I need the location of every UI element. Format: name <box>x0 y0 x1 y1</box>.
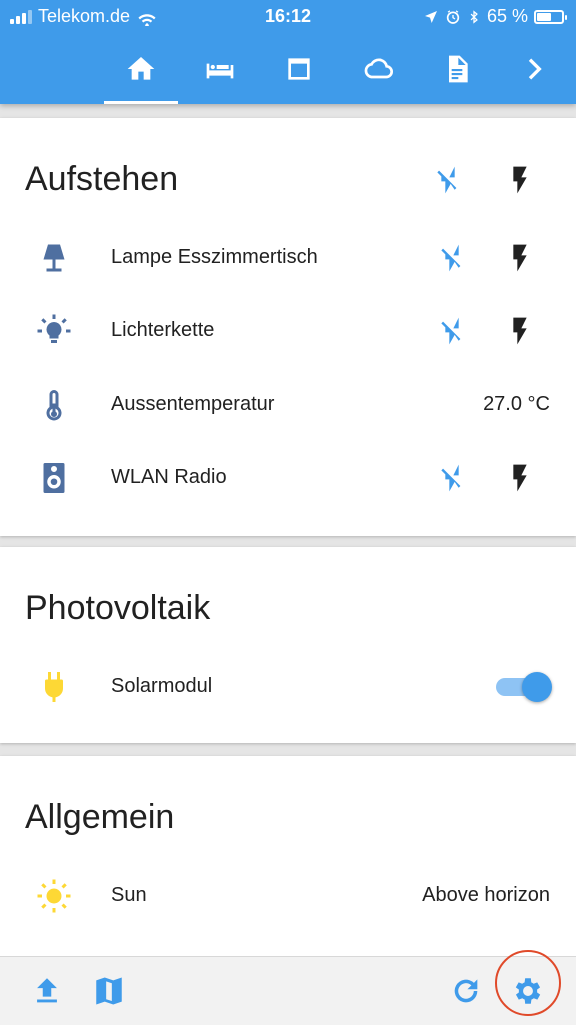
battery-icon <box>534 9 567 24</box>
entity-label: Sun <box>111 884 147 906</box>
settings-button[interactable] <box>504 967 552 1015</box>
card-photovoltaik: Photovoltaik Solarmodul <box>0 547 576 743</box>
turn-on-button[interactable] <box>498 309 542 353</box>
app-header: Telekom.de 16:12 65 % <box>0 0 576 104</box>
entity-label: Lichterkette <box>111 319 215 341</box>
home-icon <box>127 57 155 80</box>
power-plug-icon <box>36 669 72 705</box>
document-icon <box>449 55 468 83</box>
flash-icon <box>513 166 527 194</box>
cloud-icon <box>364 58 393 79</box>
entity-row-lichterkette[interactable]: Lichterkette <box>0 301 576 361</box>
turn-off-button[interactable] <box>430 236 474 280</box>
view-tabs <box>0 34 576 104</box>
tab-more[interactable] <box>499 34 569 104</box>
upload-button[interactable] <box>23 967 71 1015</box>
entity-row-lampe-esszimmertisch[interactable]: Lampe Esszimmertisch <box>0 228 576 288</box>
status-right: 65 % <box>423 6 567 27</box>
turn-on-button[interactable] <box>498 236 542 280</box>
flash-off-icon <box>441 464 461 492</box>
flash-icon <box>513 464 527 492</box>
entity-row-wlan-radio[interactable]: WLAN Radio <box>0 448 576 508</box>
window-icon <box>288 58 310 80</box>
tab-weather[interactable] <box>341 34 415 104</box>
entity-label: Lampe Esszimmertisch <box>111 246 318 268</box>
card-aufstehen: Aufstehen Lampe Esszimmertisch Lichterke… <box>0 118 576 536</box>
flash-off-icon <box>441 317 461 345</box>
thermometer-icon <box>36 387 72 423</box>
entity-state-value: 27.0 °C <box>483 393 550 415</box>
bottom-toolbar <box>0 956 576 1025</box>
flash-icon <box>513 244 527 272</box>
status-bar: Telekom.de 16:12 65 % <box>0 0 576 34</box>
toggle-knob <box>522 672 552 702</box>
card-allgemein: Allgemein Sun Above horizon <box>0 756 576 966</box>
lightbulb-icon <box>36 313 72 349</box>
group-turn-off-button[interactable] <box>426 158 470 202</box>
settings-icon <box>515 978 541 1004</box>
turn-off-button[interactable] <box>430 456 474 500</box>
entity-row-aussentemperatur[interactable]: Aussentemperatur 27.0 °C <box>0 375 576 435</box>
upload-icon <box>37 978 57 1003</box>
entity-row-sun[interactable]: Sun Above horizon <box>0 866 576 926</box>
tab-bedroom[interactable] <box>183 34 257 104</box>
entity-label: WLAN Radio <box>111 466 227 488</box>
card-title: Photovoltaik <box>25 589 211 627</box>
battery-percent: 65 % <box>486 6 528 26</box>
group-turn-on-button[interactable] <box>498 158 542 202</box>
tab-window[interactable] <box>262 34 336 104</box>
card-title: Allgemein <box>25 798 175 836</box>
turn-off-button[interactable] <box>430 309 474 353</box>
tab-home[interactable] <box>104 34 178 104</box>
entity-label: Aussentemperatur <box>111 393 275 415</box>
tab-documents[interactable] <box>420 34 494 104</box>
location-arrow-icon <box>424 10 437 23</box>
map-icon <box>96 977 122 1005</box>
flash-off-icon <box>437 166 457 194</box>
lamp-icon <box>36 240 72 276</box>
bluetooth-icon <box>470 9 478 24</box>
chevron-right-icon <box>528 58 542 80</box>
bed-icon <box>206 63 234 79</box>
refresh-button[interactable] <box>442 967 490 1015</box>
card-title: Aufstehen <box>25 160 179 198</box>
map-button[interactable] <box>85 967 133 1015</box>
flash-icon <box>513 317 527 345</box>
entity-row-solarmodul[interactable]: Solarmodul <box>0 657 576 717</box>
turn-on-button[interactable] <box>498 456 542 500</box>
flash-off-icon <box>441 244 461 272</box>
entity-label: Solarmodul <box>111 675 213 697</box>
sun-icon <box>36 878 72 914</box>
speaker-icon <box>36 460 72 496</box>
refresh-icon <box>454 979 478 1003</box>
solarmodul-toggle-switch[interactable] <box>496 672 552 702</box>
entity-state-value: Above horizon <box>422 884 550 906</box>
alarm-icon <box>446 9 460 24</box>
